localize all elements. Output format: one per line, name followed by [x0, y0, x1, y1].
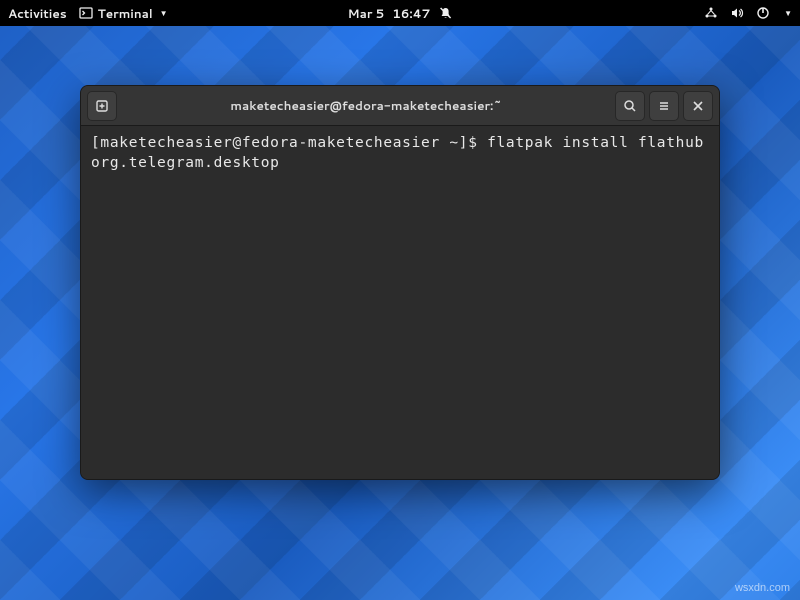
time-label: 16:47 — [392, 5, 430, 22]
clock-area[interactable]: Mar 5 16:47 — [348, 5, 453, 22]
dropdown-triangle-icon: ▼ — [160, 7, 168, 19]
watermark-text: wsxdn.com — [735, 582, 790, 594]
system-dropdown-icon: ▼ — [784, 7, 792, 19]
terminal-icon — [79, 6, 93, 20]
activities-button[interactable]: Activities — [8, 5, 67, 22]
date-label: Mar 5 — [348, 5, 385, 22]
shell-prompt: [maketecheasier@fedora-maketecheasier ~]… — [91, 135, 478, 151]
search-button[interactable] — [615, 91, 645, 121]
window-title: maketecheasier@fedora-maketecheasier:~ — [121, 97, 611, 114]
close-button[interactable] — [683, 91, 713, 121]
power-icon — [756, 6, 770, 20]
app-menu-label: Terminal — [98, 5, 153, 22]
volume-icon — [730, 6, 744, 20]
terminal-window: maketecheasier@fedora-maketecheasier:~ [… — [80, 85, 720, 480]
gnome-topbar: Activities Terminal ▼ Mar 5 16:47 ▼ — [0, 0, 800, 26]
new-tab-button[interactable] — [87, 91, 117, 121]
window-titlebar[interactable]: maketecheasier@fedora-maketecheasier:~ — [81, 86, 719, 126]
system-tray[interactable]: ▼ — [704, 6, 792, 20]
app-menu-button[interactable]: Terminal ▼ — [79, 5, 168, 22]
network-icon — [704, 6, 718, 20]
terminal-content[interactable]: [maketecheasier@fedora-maketecheasier ~]… — [81, 126, 719, 479]
hamburger-menu-button[interactable] — [649, 91, 679, 121]
notification-bell-off-icon — [438, 6, 452, 20]
